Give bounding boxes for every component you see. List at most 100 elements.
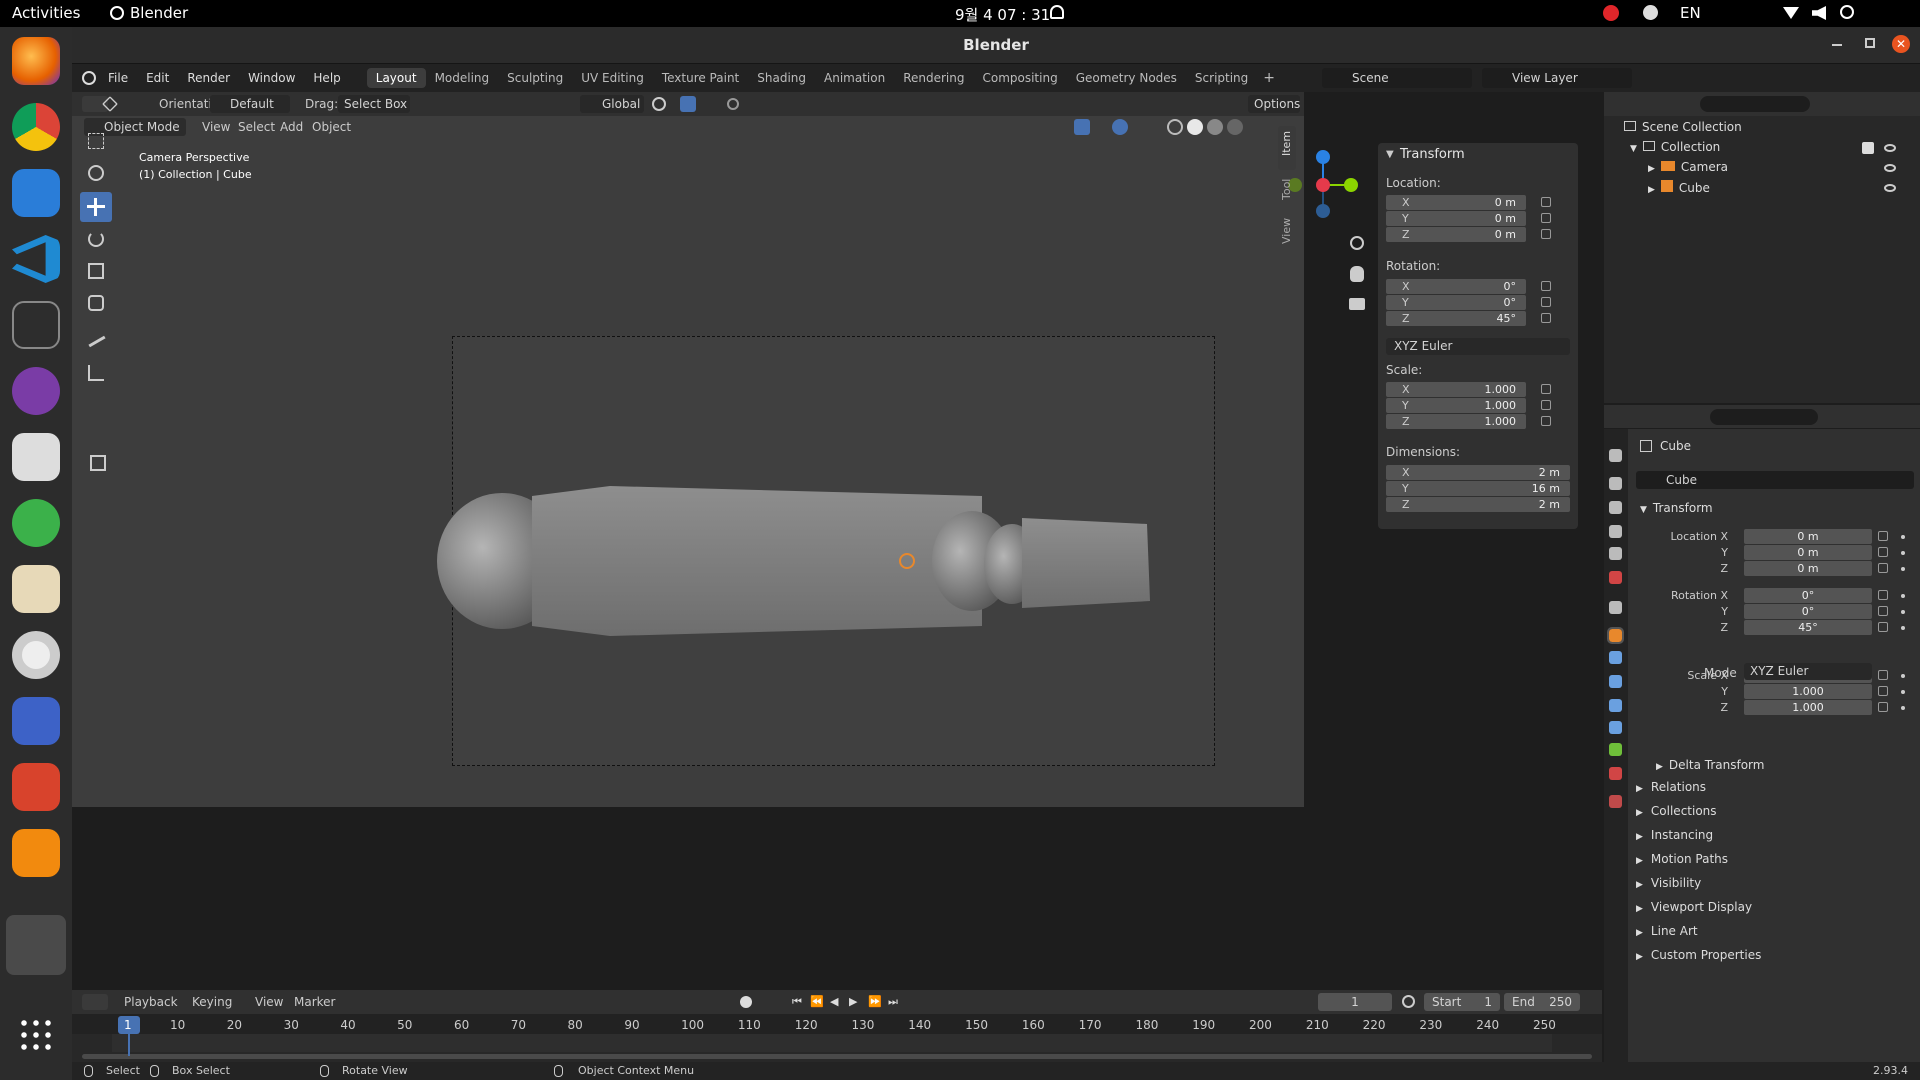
keyframe-dot-icon[interactable]: [1901, 610, 1905, 614]
timeline-editor-button[interactable]: [82, 994, 108, 1010]
window-title-bar[interactable]: Blender ✕: [72, 27, 1920, 64]
outliner-item-cube[interactable]: ▶ Cube: [1648, 180, 1710, 195]
lock-icon[interactable]: [1878, 590, 1888, 600]
collection-tab-icon[interactable]: [1609, 601, 1622, 614]
maximize-button[interactable]: [1865, 38, 1875, 48]
keyframe-dot-icon[interactable]: [1901, 535, 1905, 539]
rotate-tool[interactable]: [80, 226, 112, 254]
checkbox-icon[interactable]: [1862, 142, 1874, 154]
object-tab-icon[interactable]: [1607, 627, 1624, 644]
terminal-icon[interactable]: [12, 301, 60, 349]
viewport-menu-object[interactable]: Object: [312, 120, 351, 134]
record-icon[interactable]: [1603, 5, 1619, 21]
section-instancing[interactable]: ▶ Instancing: [1636, 825, 1912, 845]
menu-render[interactable]: Render: [187, 71, 230, 85]
menu-edit[interactable]: Edit: [146, 71, 169, 85]
section-visibility[interactable]: ▶ Visibility: [1636, 873, 1912, 893]
section-relations[interactable]: ▶ Relations: [1636, 777, 1912, 797]
scene-selector[interactable]: Scene: [1322, 68, 1472, 88]
measure-tool[interactable]: [80, 360, 112, 388]
viewport-menu-view[interactable]: View: [202, 120, 230, 134]
blender-logo-icon[interactable]: [82, 71, 96, 85]
dimensions-y-field[interactable]: Y 16 m: [1386, 481, 1570, 496]
collapse-arrow-icon[interactable]: ▼: [1386, 149, 1394, 160]
rotation-field[interactable]: 45°: [1744, 620, 1872, 635]
overlay-toggle-icon[interactable]: [1112, 119, 1128, 135]
show-apps-icon[interactable]: [18, 1017, 54, 1053]
video-downloader-icon[interactable]: [12, 763, 60, 811]
keyframe-dot-icon[interactable]: [1901, 690, 1905, 694]
location-x-field[interactable]: X 0 m: [1386, 195, 1526, 210]
rotation-field[interactable]: 0°: [1744, 604, 1872, 619]
rotation-field[interactable]: 0°: [1744, 588, 1872, 603]
language-indicator[interactable]: EN: [1680, 4, 1701, 22]
tab-uv-editing[interactable]: UV Editing: [572, 68, 653, 88]
files-icon[interactable]: [12, 169, 60, 217]
current-frame-field[interactable]: 1: [1318, 993, 1392, 1011]
scale-y-field[interactable]: Y 1.000: [1386, 398, 1526, 413]
scale-field[interactable]: 1.000: [1744, 700, 1872, 715]
mode-dropdown[interactable]: XYZ Euler: [1744, 663, 1872, 680]
output-tab-icon[interactable]: [1609, 501, 1622, 514]
outliner-search[interactable]: [1700, 96, 1810, 112]
data-tab-icon[interactable]: [1609, 743, 1622, 756]
lock-icon[interactable]: [1878, 702, 1888, 712]
shading-wireframe-icon[interactable]: [1167, 119, 1183, 135]
keyframe-dot-icon[interactable]: [1901, 567, 1905, 571]
world-tab-icon[interactable]: [1609, 571, 1622, 584]
keyframe-dot-icon[interactable]: [1901, 674, 1905, 678]
menu-file[interactable]: File: [108, 71, 128, 85]
snap-toggle-icon[interactable]: [680, 96, 696, 112]
screenshot-icon[interactable]: [12, 433, 60, 481]
3d-viewport[interactable]: Object Mode View Select Add Object Camer…: [72, 116, 1365, 807]
keyframe-dot-icon[interactable]: [1901, 706, 1905, 710]
material-tab-icon[interactable]: [1609, 767, 1622, 780]
location-y-field[interactable]: Y 0 m: [1386, 211, 1526, 226]
jump-end-icon[interactable]: ⏭: [888, 995, 898, 1009]
lock-icon[interactable]: [1541, 313, 1551, 323]
firefox-icon[interactable]: [12, 37, 60, 85]
shading-material-icon[interactable]: [1207, 119, 1223, 135]
stopwatch-icon[interactable]: [1402, 995, 1415, 1008]
location-field[interactable]: 0 m: [1744, 529, 1872, 544]
start-frame-field[interactable]: Start 1: [1424, 993, 1500, 1011]
annotate-tool[interactable]: [80, 328, 112, 356]
physics-tab-icon[interactable]: [1609, 699, 1622, 712]
section-motion-paths[interactable]: ▶ Motion Paths: [1636, 849, 1912, 869]
dimensions-z-field[interactable]: Z 2 m: [1386, 497, 1570, 512]
view-layer-tab-icon[interactable]: [1609, 525, 1622, 538]
prev-keyframe-icon[interactable]: ⏪: [810, 995, 824, 1008]
tab-scripting[interactable]: Scripting: [1186, 68, 1257, 88]
lock-icon[interactable]: [1541, 384, 1551, 394]
menu-window[interactable]: Window: [248, 71, 295, 85]
record-keyframe-icon[interactable]: [740, 996, 752, 1008]
activities-button[interactable]: Activities: [12, 4, 80, 22]
scene-tab-icon[interactable]: [1609, 547, 1622, 560]
lock-icon[interactable]: [1541, 400, 1551, 410]
rotation-y-field[interactable]: Y 0°: [1386, 295, 1526, 310]
outliner-scene-collection[interactable]: Scene Collection: [1624, 120, 1742, 134]
properties-transform-header[interactable]: ▼ Transform: [1640, 501, 1713, 515]
section-line-art[interactable]: ▶ Line Art: [1636, 921, 1912, 941]
texture-tab-icon[interactable]: [1609, 795, 1622, 808]
rotation-x-field[interactable]: X 0°: [1386, 279, 1526, 294]
modifiers-tab-icon[interactable]: [1609, 651, 1622, 664]
timeline-scrollbar[interactable]: [82, 1054, 1592, 1059]
keyframe-dot-icon[interactable]: [1901, 626, 1905, 630]
object-datablock-field[interactable]: Cube: [1636, 471, 1914, 489]
wps-writer-icon[interactable]: [12, 697, 60, 745]
volume-icon[interactable]: [1812, 6, 1826, 20]
scale-x-field[interactable]: X 1.000: [1386, 382, 1526, 397]
play-reverse-icon[interactable]: ◀: [830, 995, 838, 1008]
navigation-gizmo-axes[interactable]: [1287, 149, 1359, 221]
zoom-icon[interactable]: [1350, 236, 1364, 250]
transform-space-dropdown[interactable]: Global: [580, 95, 644, 113]
blender-dock-icon[interactable]: [6, 915, 66, 975]
tab-compositing[interactable]: Compositing: [973, 68, 1066, 88]
timeline-menu-marker[interactable]: Marker: [294, 995, 335, 1009]
rotation-z-field[interactable]: Z 45°: [1386, 311, 1526, 326]
wifi-icon[interactable]: [1783, 7, 1799, 19]
shading-solid-icon[interactable]: [1187, 119, 1203, 135]
lock-icon[interactable]: [1878, 563, 1888, 573]
lock-icon[interactable]: [1878, 606, 1888, 616]
